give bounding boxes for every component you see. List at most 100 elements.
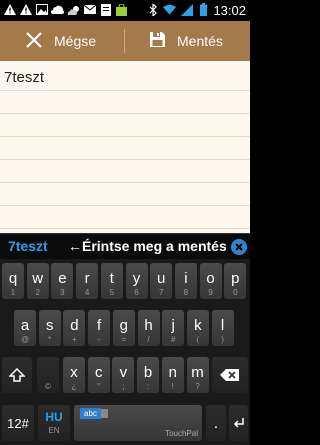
key-e[interactable]: e3 <box>51 263 74 299</box>
key-label: d <box>70 316 79 334</box>
badge-square-icon <box>101 409 108 418</box>
signal-icon <box>180 3 193 16</box>
status-bar: 13:02 <box>0 0 250 21</box>
key-s[interactable]: s * <box>38 310 61 346</box>
key-label: x <box>70 363 78 381</box>
enter-key[interactable] <box>229 405 248 441</box>
key-a[interactable]: a @ <box>14 310 36 346</box>
notification-icons <box>3 3 128 16</box>
key-f[interactable]: f- <box>88 310 111 346</box>
mail-icon <box>83 3 96 16</box>
period-key[interactable]: . <box>206 405 226 441</box>
key-label: c <box>94 363 103 381</box>
key-label: e <box>58 269 67 287</box>
key-o[interactable]: o9 <box>199 263 222 299</box>
key-m[interactable]: m? <box>186 357 209 393</box>
key-y[interactable]: y6 <box>125 263 148 299</box>
suggestion-hint[interactable]: ←Érintse meg a mentés <box>68 238 226 254</box>
key-label: g <box>119 316 128 334</box>
ruled-line <box>0 159 250 160</box>
key-q[interactable]: q1 <box>2 263 24 299</box>
key-sub-label: ! <box>171 382 174 391</box>
key-label: v <box>119 363 128 381</box>
key-l[interactable]: l) <box>211 310 234 346</box>
key-i[interactable]: i8 <box>174 263 197 299</box>
key-sub-label: / <box>147 335 150 344</box>
keyboard-brand: TouchPal <box>165 429 198 438</box>
key-label: r <box>84 269 90 287</box>
shift-key[interactable] <box>2 357 32 393</box>
key-label: m <box>191 363 204 381</box>
cancel-label: Mégse <box>54 33 97 49</box>
key-sub-label: 9 <box>208 288 213 297</box>
key-label: s <box>45 316 54 334</box>
key-label: k <box>194 316 202 334</box>
key-label: o <box>206 269 215 287</box>
suggestion-bar: 7teszt ←Érintse meg a mentés <box>0 233 250 260</box>
ruled-line <box>0 90 250 91</box>
key-sub-label: # <box>170 335 176 344</box>
key-sub-label: ) <box>221 335 224 344</box>
keyboard: © 12# HU EN abc TouchPal . q1w2e3r4t5y6u… <box>0 259 250 445</box>
abc-badge: abc <box>80 408 101 419</box>
key-sub-label: 5 <box>109 288 115 297</box>
key-g[interactable]: g = <box>112 310 135 346</box>
battery-icon <box>197 3 210 16</box>
key-sub-label: 8 <box>183 288 189 297</box>
key-b[interactable]: b: <box>137 357 160 393</box>
key-x[interactable]: x ¿ <box>63 357 85 393</box>
key-sub-label: - <box>97 335 101 344</box>
key-sub-label: ¿ <box>71 382 77 391</box>
note-editor[interactable]: 7teszt <box>0 61 250 233</box>
backspace-key[interactable] <box>212 357 248 393</box>
floppy-disk-icon <box>150 32 165 50</box>
key-u[interactable]: u7 <box>150 263 173 299</box>
close-icon <box>26 31 42 51</box>
ruled-line <box>0 113 250 114</box>
cancel-button[interactable]: Mégse <box>0 21 124 61</box>
suggestion-word[interactable]: 7teszt <box>8 238 48 254</box>
key-label: h <box>144 316 153 334</box>
key-c[interactable]: c " <box>87 357 110 393</box>
key-w[interactable]: w2 <box>26 263 49 299</box>
document-icon <box>99 3 112 16</box>
key-sub-label: ? <box>195 382 200 391</box>
key-r[interactable]: r4 <box>76 263 99 299</box>
key-n[interactable]: n! <box>161 357 184 393</box>
key-t[interactable]: t5 <box>100 263 123 299</box>
symbols-key[interactable]: 12# <box>2 405 34 441</box>
key-label: u <box>157 269 166 287</box>
ruled-line <box>0 136 250 137</box>
key-d[interactable]: d + <box>63 310 86 346</box>
language-key[interactable]: HU EN <box>38 405 70 441</box>
key-sub-label: 3 <box>60 288 65 297</box>
key-label: q <box>8 269 18 287</box>
action-bar: Mégse Mentés <box>0 21 250 61</box>
key-sub-label: " <box>97 382 101 391</box>
key-special[interactable]: © <box>37 357 59 393</box>
wifi-icon <box>163 3 176 16</box>
key-h[interactable]: h / <box>137 310 160 346</box>
ruled-line <box>0 205 250 206</box>
note-text[interactable]: 7teszt <box>4 69 44 86</box>
ruled-line <box>0 182 250 183</box>
key-label: p <box>231 269 240 287</box>
key-sub-label: 6 <box>134 288 139 297</box>
key-label: w <box>32 269 44 287</box>
key-label: i <box>184 269 188 287</box>
key-k[interactable]: k( <box>186 310 209 346</box>
key-p[interactable]: p0 <box>224 263 247 299</box>
space-key[interactable]: abc TouchPal <box>74 405 202 441</box>
save-button[interactable]: Mentés <box>125 21 250 61</box>
key-label: l <box>220 316 225 334</box>
key-label: j <box>171 316 175 334</box>
collapse-icon[interactable] <box>231 239 247 255</box>
key-sub-label: * <box>48 335 52 344</box>
key-j[interactable]: j # <box>162 310 185 346</box>
alert-icon <box>19 3 32 16</box>
key-sub-label: @ <box>20 335 30 344</box>
key-v[interactable]: v; <box>112 357 135 393</box>
key-sub-label: 2 <box>35 288 40 297</box>
key-sub-label: 4 <box>84 288 90 297</box>
key-label: y <box>132 269 141 287</box>
